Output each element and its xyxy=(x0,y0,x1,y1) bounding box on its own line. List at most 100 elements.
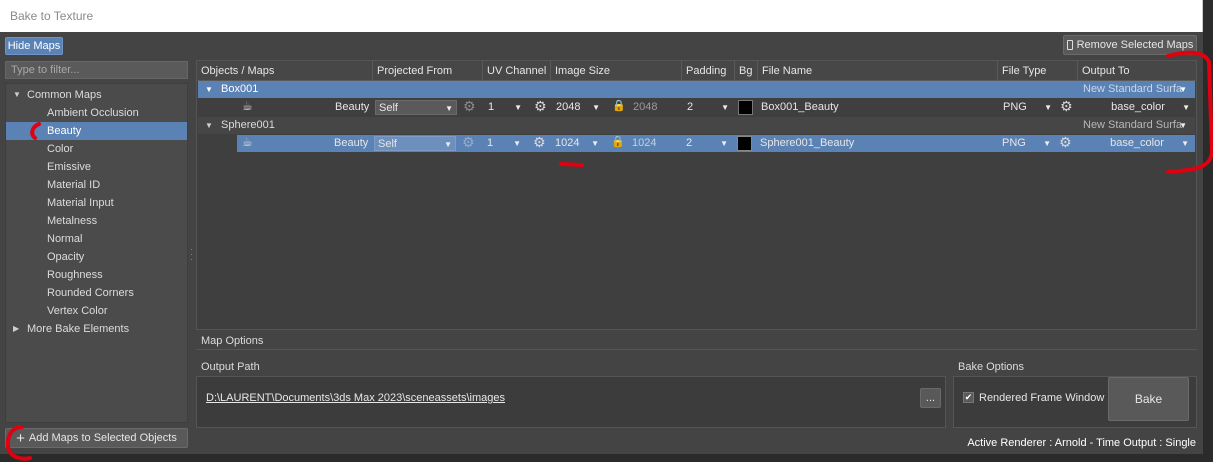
window-edge-bottom xyxy=(0,454,1203,462)
image-size-height: 2048 xyxy=(633,101,658,113)
window-title: Bake to Texture xyxy=(0,0,1203,32)
rendered-frame-label: Rendered Frame Window xyxy=(979,392,1105,404)
divider xyxy=(196,349,1197,350)
padding-dropdown[interactable]: 2 ▼ xyxy=(683,136,731,151)
bg-color-swatch[interactable] xyxy=(738,100,753,115)
column-projected-from[interactable]: Projected From xyxy=(372,61,482,81)
file-type-dropdown[interactable]: PNG ▼ xyxy=(1000,100,1055,115)
dropdown-arrow-icon: ▼ xyxy=(444,140,452,149)
tree-item-normal[interactable]: Normal xyxy=(6,230,187,248)
tree-item-beauty[interactable]: Beauty xyxy=(6,122,187,140)
tree-item-material-id[interactable]: Material ID xyxy=(6,176,187,194)
lock-icon[interactable]: 🔒 xyxy=(612,99,626,114)
bake-options-title: Bake Options xyxy=(958,361,1025,373)
plus-icon: + xyxy=(16,429,25,447)
gear-icon[interactable]: ⚙ xyxy=(534,99,547,114)
window-edge xyxy=(1203,0,1213,462)
gear-icon[interactable]: ⚙ xyxy=(533,135,546,150)
dropdown-arrow-icon: ▼ xyxy=(1182,103,1190,112)
tree-item-color[interactable]: Color xyxy=(6,140,187,158)
map-name: Beauty xyxy=(334,137,369,149)
output-path-title: Output Path xyxy=(201,361,260,373)
tree-item-material-input[interactable]: Material Input xyxy=(6,194,187,212)
trash-icon xyxy=(1066,40,1073,50)
tree-item-emissive[interactable]: Emissive xyxy=(6,158,187,176)
dropdown-arrow-icon: ▼ xyxy=(1044,103,1052,112)
object-row-sphere001[interactable]: ▼ Sphere001 New Standard Surfa ▼ xyxy=(198,117,1195,134)
uv-channel-dropdown[interactable]: 1 ▼ xyxy=(484,136,524,151)
panel-splitter[interactable]: · · · xyxy=(190,245,194,264)
map-name: Beauty xyxy=(335,101,370,113)
tree-item-ambient-occlusion[interactable]: Ambient Occlusion xyxy=(6,104,187,122)
column-bg[interactable]: Bg xyxy=(734,61,757,81)
bake-button[interactable]: Bake xyxy=(1108,377,1189,421)
collapse-icon: ▼ xyxy=(205,85,213,94)
add-maps-button[interactable]: + Add Maps to Selected Objects xyxy=(5,428,188,448)
column-padding[interactable]: Padding xyxy=(681,61,734,81)
filter-input[interactable]: Type to filter... xyxy=(5,61,188,79)
dropdown-arrow-icon: ▼ xyxy=(513,139,521,148)
gear-icon[interactable]: ⚙ xyxy=(1059,135,1072,150)
column-file-name[interactable]: File Name xyxy=(757,61,997,81)
file-name-field[interactable]: Box001_Beauty xyxy=(758,100,994,115)
rendered-frame-checkbox[interactable]: ✔ xyxy=(963,392,974,403)
file-type-dropdown[interactable]: PNG ▼ xyxy=(999,136,1054,151)
maps-table: Objects / Maps Projected From UV Channel… xyxy=(196,60,1197,330)
tree-item-metalness[interactable]: Metalness xyxy=(6,212,187,230)
dropdown-arrow-icon: ▼ xyxy=(720,139,728,148)
tree-item-rounded-corners[interactable]: Rounded Corners xyxy=(6,284,187,302)
map-tree: ▼ Common Maps Ambient Occlusion Beauty C… xyxy=(5,83,188,423)
tree-item-opacity[interactable]: Opacity xyxy=(6,248,187,266)
tree-group-label: Common Maps xyxy=(27,89,102,101)
remove-selected-maps-button[interactable]: Remove Selected Maps xyxy=(1063,35,1197,55)
bg-color-swatch[interactable] xyxy=(737,136,752,151)
map-options-title: Map Options xyxy=(201,335,264,347)
output-to-dropdown[interactable]: base_color ▼ xyxy=(1079,136,1192,151)
projected-from-dropdown[interactable]: Self ▼ xyxy=(374,136,456,151)
column-file-type[interactable]: File Type xyxy=(997,61,1077,81)
browse-button[interactable]: ... xyxy=(920,388,941,408)
output-path-link[interactable]: D:\LAURENT\Documents\3ds Max 2023\scenea… xyxy=(206,392,505,404)
map-row-sphere001-beauty[interactable]: ☕ Beauty Self ▼ ⚙ 1 ▼ ⚙ 1024 ▼ 🔒 1024 2 ▼ Sp… xyxy=(237,135,1195,152)
gear-icon[interactable]: ⚙ xyxy=(463,99,476,114)
column-output-to[interactable]: Output To xyxy=(1077,61,1196,81)
object-name: Sphere001 xyxy=(221,119,275,131)
lock-icon[interactable]: 🔒 xyxy=(611,135,625,150)
dropdown-arrow-icon: ▼ xyxy=(514,103,522,112)
teapot-icon: ☕ xyxy=(242,99,253,113)
column-uv-channel[interactable]: UV Channel xyxy=(482,61,550,81)
uv-channel-dropdown[interactable]: 1 ▼ xyxy=(485,100,525,115)
hide-maps-label: Hide Maps xyxy=(7,40,61,52)
image-size-dropdown[interactable]: 1024 ▼ xyxy=(552,136,602,151)
add-maps-label: Add Maps to Selected Objects xyxy=(28,432,177,444)
tree-group-more-bake-elements[interactable]: ▶ More Bake Elements xyxy=(6,320,187,338)
hide-maps-button[interactable]: Hide Maps xyxy=(5,37,63,55)
output-group-label: New Standard Surfa xyxy=(1083,83,1183,95)
dropdown-arrow-icon: ▼ xyxy=(1043,139,1051,148)
dropdown-arrow-icon: ▼ xyxy=(445,104,453,113)
output-to-dropdown[interactable]: base_color ▼ xyxy=(1080,100,1193,115)
projected-from-dropdown[interactable]: Self ▼ xyxy=(375,100,457,115)
column-objects-maps[interactable]: Objects / Maps xyxy=(197,61,372,81)
gear-icon[interactable]: ⚙ xyxy=(1060,99,1073,114)
map-row-box001-beauty[interactable]: ☕ Beauty Self ▼ ⚙ 1 ▼ ⚙ 2048 ▼ 🔒 2048 2 ▼ Bo… xyxy=(198,99,1195,116)
tree-item-roughness[interactable]: Roughness xyxy=(6,266,187,284)
tree-group-common-maps[interactable]: ▼ Common Maps xyxy=(6,86,187,104)
status-bar: Active Renderer : Arnold - Time Output :… xyxy=(967,437,1196,449)
object-name: Box001 xyxy=(221,83,259,95)
tree-item-vertex-color[interactable]: Vertex Color xyxy=(6,302,187,320)
dropdown-arrow-icon: ▼ xyxy=(721,103,729,112)
tree-group-label: More Bake Elements xyxy=(27,323,130,335)
padding-dropdown[interactable]: 2 ▼ xyxy=(684,100,732,115)
image-size-height: 1024 xyxy=(632,137,657,149)
gear-icon[interactable]: ⚙ xyxy=(462,135,475,150)
output-group-label: New Standard Surfa xyxy=(1083,119,1183,131)
object-row-box001[interactable]: ▼ Box001 New Standard Surfa ▼ xyxy=(198,81,1195,98)
expand-down-icon: ▼ xyxy=(13,90,21,99)
file-name-field[interactable]: Sphere001_Beauty xyxy=(757,136,993,151)
expand-right-icon: ▶ xyxy=(13,324,20,333)
column-image-size[interactable]: Image Size xyxy=(550,61,681,81)
collapse-icon: ▼ xyxy=(205,121,213,130)
dropdown-arrow-icon: ▼ xyxy=(591,139,599,148)
image-size-dropdown[interactable]: 2048 ▼ xyxy=(553,100,603,115)
